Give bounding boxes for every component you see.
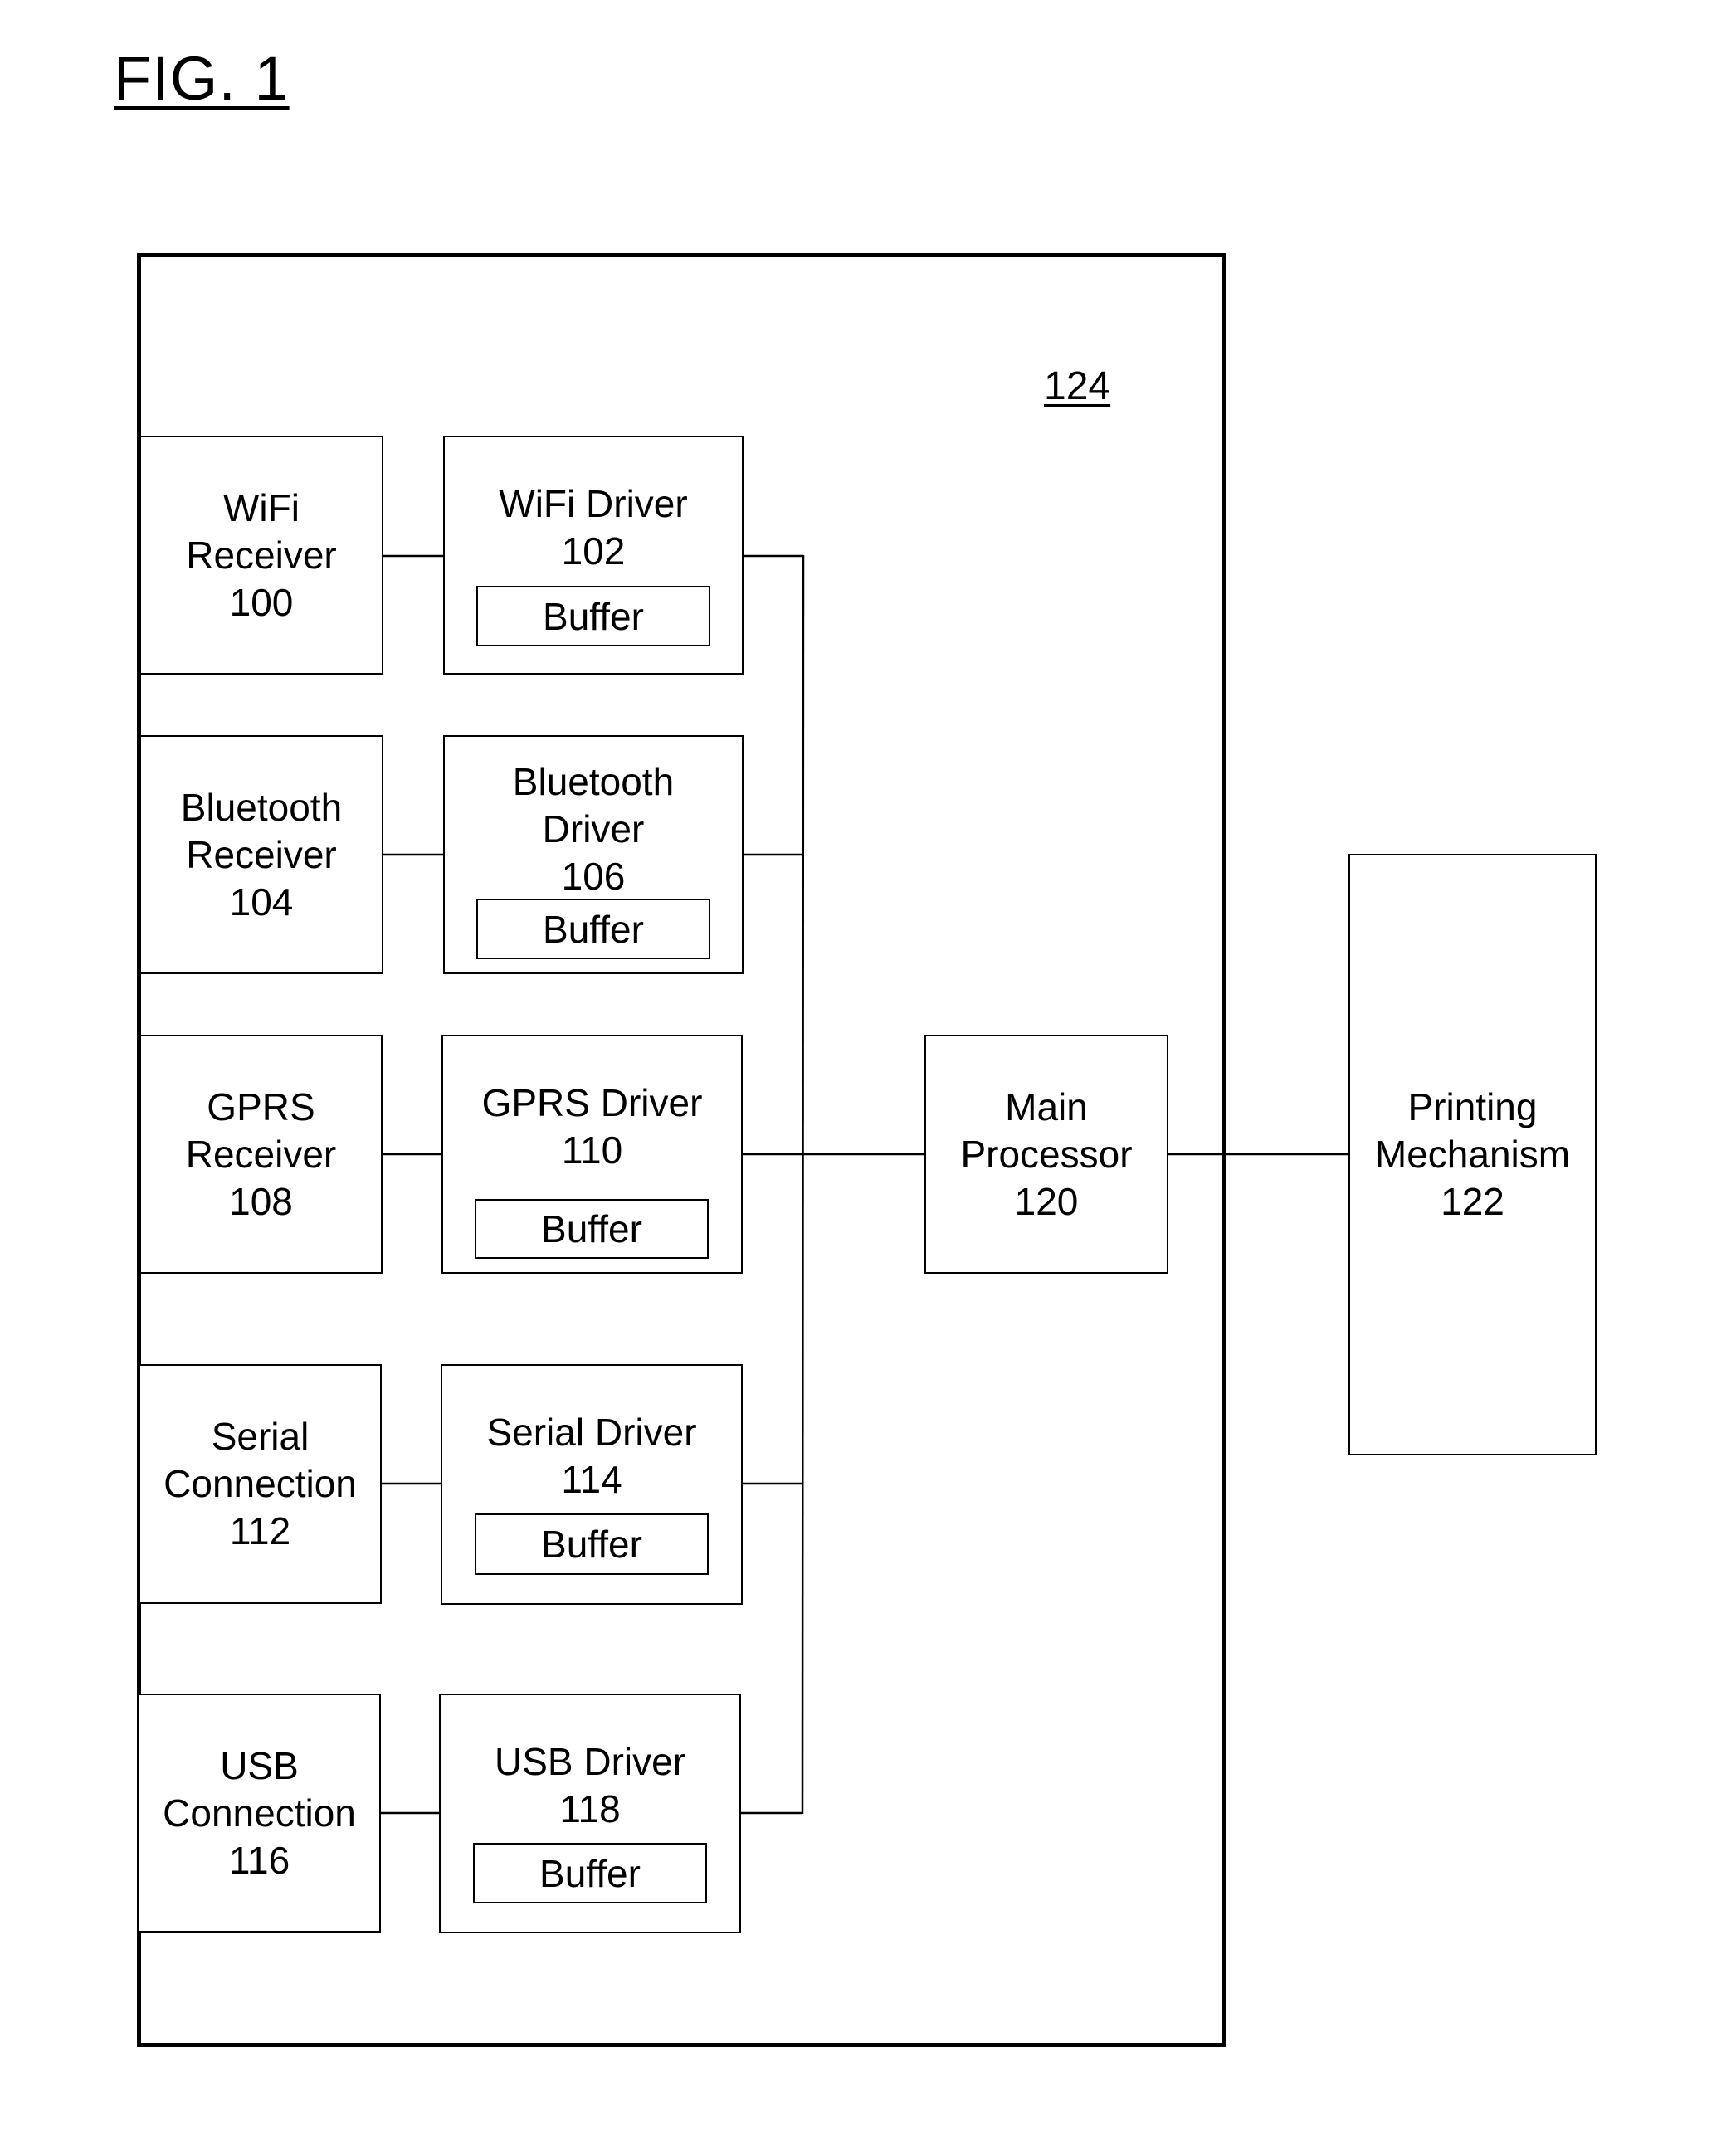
wifi-driver-label: WiFi Driver 102 xyxy=(499,482,688,573)
gprs-receiver-label: GPRS Receiver 108 xyxy=(185,1084,337,1223)
bluetooth-receiver-box: Bluetooth Receiver 104 xyxy=(139,735,383,974)
bluetooth-driver-label: Bluetooth Driver 106 xyxy=(512,760,675,898)
main-processor-label: Main Processor 120 xyxy=(960,1084,1133,1223)
main-processor-box: Main Processor 120 xyxy=(924,1035,1168,1274)
gprs-driver-buffer: Buffer xyxy=(475,1199,709,1259)
driver-bus-line xyxy=(801,554,805,1815)
gprs-receiver-box: GPRS Receiver 108 xyxy=(139,1035,383,1274)
gprs-driver-label: GPRS Driver 110 xyxy=(481,1081,703,1172)
bluetooth-driver-buffer: Buffer xyxy=(476,899,710,959)
usb-connection-box: USB Connection 116 xyxy=(138,1694,381,1933)
usb-driver-buffer: Buffer xyxy=(473,1843,707,1903)
bluetooth-receiver-label: Bluetooth Receiver 104 xyxy=(180,785,343,924)
wifi-receiver-box: WiFi Receiver 100 xyxy=(139,436,383,675)
serial-driver-buffer: Buffer xyxy=(475,1513,709,1575)
serial-connection-label: Serial Connection 112 xyxy=(163,1415,357,1552)
wifi-driver-buffer: Buffer xyxy=(476,586,710,646)
serial-driver-label: Serial Driver 114 xyxy=(486,1411,697,1501)
serial-connection-box: Serial Connection 112 xyxy=(139,1364,382,1604)
usb-driver-label: USB Driver 118 xyxy=(494,1740,686,1830)
printing-mechanism-label: Printing Mechanism 122 xyxy=(1374,1085,1571,1223)
printing-mechanism-box: Printing Mechanism 122 xyxy=(1348,854,1597,1455)
usb-connection-label: USB Connection 116 xyxy=(163,1743,356,1882)
wifi-receiver-label: WiFi Receiver 100 xyxy=(186,485,337,624)
